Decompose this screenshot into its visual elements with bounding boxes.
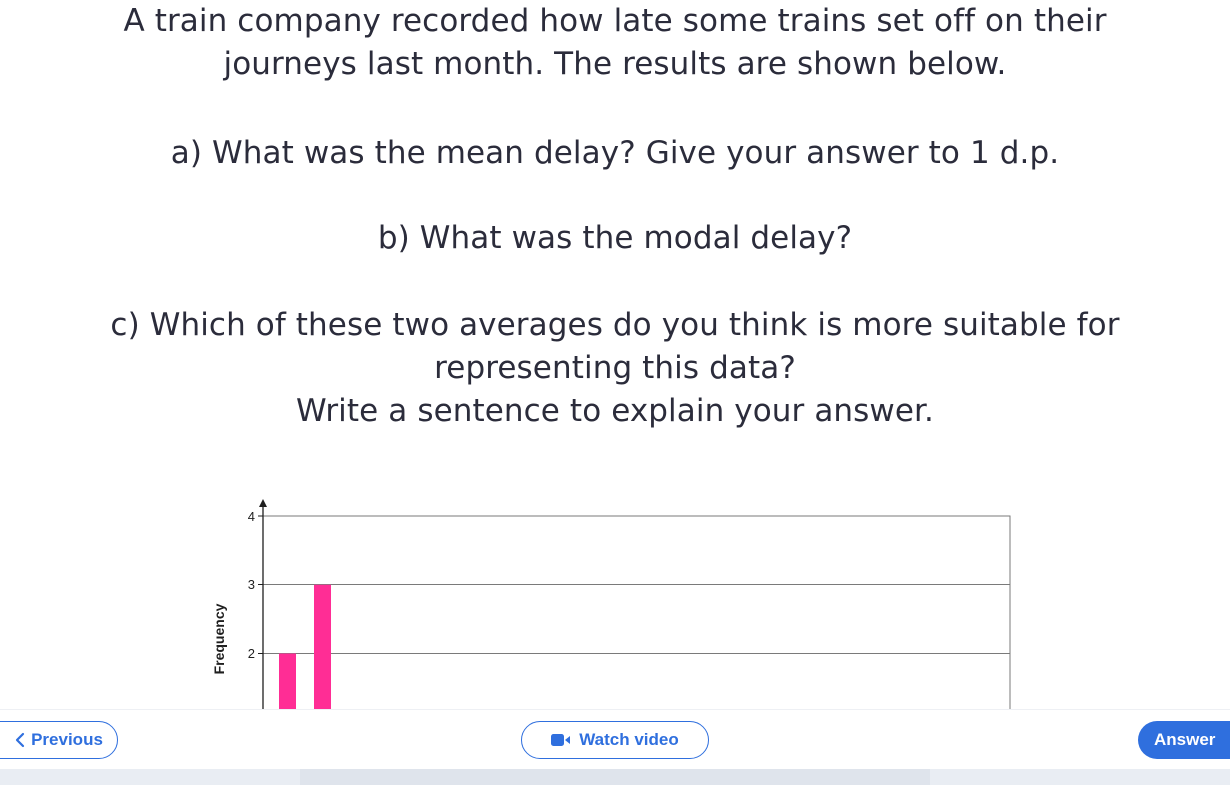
watch-video-label: Watch video <box>579 730 679 749</box>
bar-1 <box>279 653 296 710</box>
bars-group <box>279 584 331 710</box>
question-intro: A train company recorded how late some t… <box>0 0 1230 86</box>
worksheet-page: A train company recorded how late some t… <box>0 0 1230 785</box>
chart-svg: 4 3 2 Frequency <box>211 499 1011 710</box>
question-part-b: b) What was the modal delay? <box>0 217 1230 260</box>
y-tick-label-3: 3 <box>248 577 255 592</box>
question-part-c: c) Which of these two averages do you th… <box>0 304 1230 433</box>
answer-label: Answer <box>1154 730 1216 749</box>
bar-2 <box>314 584 331 710</box>
question-part-b-text: b) What was the modal delay? <box>377 220 853 256</box>
navigation-bar: Previous Watch video Answer <box>0 709 1230 770</box>
answer-button[interactable]: Answer <box>1138 721 1230 759</box>
previous-button[interactable]: Previous <box>0 721 118 759</box>
y-axis-title: Frequency <box>211 603 227 674</box>
question-part-c-line3: Write a sentence to explain your answer. <box>295 393 935 429</box>
watch-video-button[interactable]: Watch video <box>521 721 709 759</box>
frequency-chart: 4 3 2 Frequency <box>200 490 1030 710</box>
question-intro-text: A train company recorded how late some t… <box>123 3 1107 82</box>
previous-label: Previous <box>31 730 103 749</box>
bottom-strip-highlight <box>300 769 930 785</box>
question-part-c-line1: c) Which of these two averages do you th… <box>110 307 1120 343</box>
chevron-left-icon <box>15 732 25 748</box>
question-part-c-line2: representing this data? <box>434 350 796 386</box>
y-axis-arrow <box>259 499 267 507</box>
question-part-a-text: a) What was the mean delay? Give your an… <box>170 135 1060 171</box>
y-tick-label-4: 4 <box>248 509 255 524</box>
y-tick-label-2: 2 <box>248 646 255 661</box>
question-part-a: a) What was the mean delay? Give your an… <box>0 132 1230 175</box>
bottom-strip <box>0 769 1230 785</box>
video-camera-icon <box>551 733 571 747</box>
plot-frame <box>262 515 1011 710</box>
